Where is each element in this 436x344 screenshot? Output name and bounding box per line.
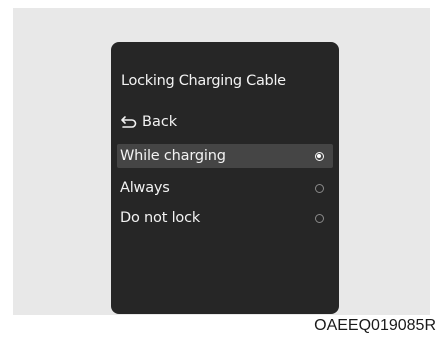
option-do-not-lock[interactable]: Do not lock [117,206,333,230]
radio-selected-icon [315,151,324,161]
back-button[interactable]: Back [120,114,177,130]
radio-unselected-icon [315,213,324,223]
screen-title: Locking Charging Cable [121,73,286,89]
option-always[interactable]: Always [117,176,333,200]
radio-unselected-icon [315,183,324,193]
option-label: Always [120,180,170,196]
back-label: Back [142,114,178,130]
option-while-charging[interactable]: While charging [117,144,333,168]
figure-code: OAEEQ019085R [314,317,436,334]
option-label: Do not lock [120,210,201,226]
option-label: While charging [120,148,226,164]
display-screen: Locking Charging Cable Back While chargi… [111,42,339,314]
back-arrow-icon [120,115,138,129]
